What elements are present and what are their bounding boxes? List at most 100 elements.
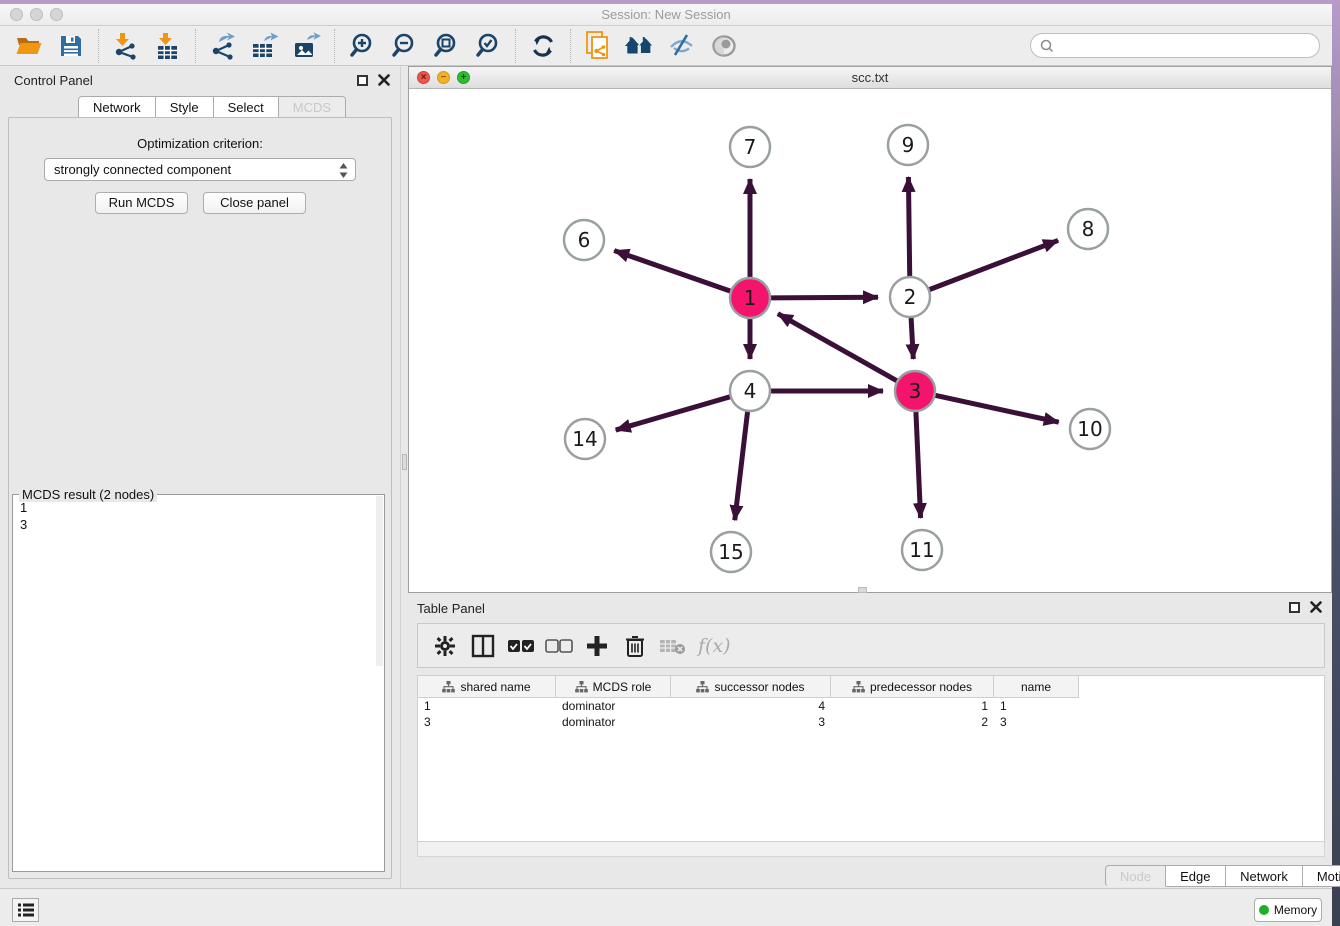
graph-edge[interactable] [778, 314, 898, 381]
graph-node-2[interactable]: 2 [890, 277, 930, 317]
tab-network-table[interactable]: Network Table [1226, 865, 1303, 887]
zoom-in-icon[interactable] [346, 30, 378, 62]
show-panels-button[interactable] [12, 898, 39, 922]
window-minimize-button[interactable] [30, 8, 43, 21]
splitter-grip[interactable] [402, 454, 407, 470]
desktop-wallpaper-edge [1332, 4, 1340, 926]
tab-motifs[interactable]: Motifs [1303, 865, 1340, 887]
network-close-icon[interactable]: × [417, 71, 430, 84]
zoom-selected-icon[interactable] [472, 30, 504, 62]
graph-edge[interactable] [929, 240, 1058, 289]
graph-node-3[interactable]: 3 [895, 371, 935, 411]
window-close-button[interactable] [10, 8, 23, 21]
column-label: MCDS role [593, 680, 652, 694]
panel-splitter[interactable] [400, 66, 408, 888]
network-minimize-icon[interactable]: − [437, 71, 450, 84]
import-network-icon[interactable] [110, 30, 142, 62]
graph-edge[interactable] [911, 317, 913, 359]
delete-columns-icon[interactable] [620, 631, 650, 661]
graph-node-15[interactable]: 15 [711, 532, 751, 572]
show-columns-icon[interactable] [468, 631, 498, 661]
apply-preferred-layout-icon[interactable] [527, 30, 559, 62]
network-maximize-icon[interactable]: + [457, 71, 470, 84]
column-header-mcds-role[interactable]: MCDS role [556, 676, 671, 697]
close-panel-icon[interactable] [1310, 601, 1322, 613]
cell-mcds-role[interactable]: dominator [556, 698, 671, 714]
hide-network-icon[interactable] [666, 30, 698, 62]
cell-predecessor-nodes[interactable]: 1 [831, 698, 994, 714]
create-column-icon[interactable] [582, 631, 612, 661]
column-header-predecessor-nodes[interactable]: predecessor nodes [831, 676, 994, 697]
select-stepper-icon [338, 162, 349, 182]
graph-node-1[interactable]: 1 [730, 278, 770, 318]
graph-edge[interactable] [916, 411, 921, 518]
graph-node-14[interactable]: 14 [565, 419, 605, 459]
column-header-shared-name[interactable]: shared name [418, 676, 556, 697]
show-network-icon[interactable] [708, 30, 740, 62]
close-panel-icon[interactable] [378, 74, 390, 86]
import-table-icon[interactable] [152, 30, 184, 62]
graph-node-8[interactable]: 8 [1068, 209, 1108, 249]
cell-successor-nodes[interactable]: 4 [671, 698, 831, 714]
table-row[interactable]: 3 dominator 3 2 3 [418, 714, 1324, 730]
tab-node-table[interactable]: Node Table [1105, 865, 1166, 887]
deselect-all-columns-icon[interactable] [544, 631, 574, 661]
export-table-icon[interactable] [249, 30, 281, 62]
graph-node-4[interactable]: 4 [730, 371, 770, 411]
tab-select[interactable]: Select [214, 96, 279, 118]
graph-node-10[interactable]: 10 [1070, 409, 1110, 449]
cell-successor-nodes[interactable]: 3 [671, 714, 831, 730]
cell-shared-name[interactable]: 3 [418, 714, 556, 730]
graph-edge[interactable] [616, 397, 731, 430]
zoom-out-icon[interactable] [388, 30, 420, 62]
memory-button[interactable]: Memory [1254, 898, 1322, 922]
graph-edge[interactable] [935, 395, 1059, 422]
network-window-titlebar[interactable]: × − + scc.txt [409, 67, 1331, 89]
node-table[interactable]: shared name MCDS role successor nodes pr… [417, 675, 1325, 842]
mcds-result-group: 1 3 MCDS result (2 nodes) [12, 494, 385, 872]
window-zoom-button[interactable] [50, 8, 63, 21]
cell-name[interactable]: 1 [994, 698, 1079, 714]
save-session-icon[interactable] [55, 30, 87, 62]
horizontal-scrollbar[interactable] [417, 842, 1325, 857]
tab-network[interactable]: Network [78, 96, 156, 118]
cell-predecessor-nodes[interactable]: 2 [831, 714, 994, 730]
tab-mcds[interactable]: MCDS [279, 96, 346, 118]
column-header-name[interactable]: name [994, 676, 1079, 697]
table-settings-icon[interactable] [430, 631, 460, 661]
export-network-icon[interactable] [207, 30, 239, 62]
new-network-from-file-icon[interactable] [582, 30, 614, 62]
search-input[interactable] [1030, 33, 1320, 58]
horizontal-splitter-grip[interactable] [858, 587, 867, 593]
run-mcds-button[interactable]: Run MCDS [95, 192, 188, 214]
home-icon[interactable] [624, 30, 656, 62]
zoom-fit-icon[interactable] [430, 30, 462, 62]
float-window-icon[interactable] [357, 75, 368, 86]
close-panel-button[interactable]: Close panel [203, 192, 306, 214]
graph-edge[interactable] [735, 411, 748, 520]
graph-node-11[interactable]: 11 [902, 530, 942, 570]
network-graph[interactable]: 1 2 3 4 6 7 8 9 10 11 14 15 [409, 89, 1331, 593]
window-titlebar: Session: New Session [0, 4, 1332, 26]
tab-style[interactable]: Style [156, 96, 214, 118]
cell-mcds-role[interactable]: dominator [556, 714, 671, 730]
mcds-result-list[interactable]: 1 3 [13, 495, 384, 871]
table-row[interactable]: 1 dominator 4 1 1 [418, 698, 1324, 714]
graph-edge[interactable] [614, 251, 731, 292]
scrollbar[interactable] [376, 496, 383, 666]
graph-node-6[interactable]: 6 [564, 220, 604, 260]
graph-node-7[interactable]: 7 [730, 127, 770, 167]
open-session-icon[interactable] [13, 30, 45, 62]
float-window-icon[interactable] [1289, 602, 1300, 613]
cell-name[interactable]: 3 [994, 714, 1079, 730]
export-image-icon[interactable] [291, 30, 323, 62]
graph-node-9[interactable]: 9 [888, 125, 928, 165]
graph-edge[interactable] [770, 297, 878, 298]
tab-edge-table[interactable]: Edge Table [1166, 865, 1226, 887]
graph-edge[interactable] [908, 177, 909, 277]
select-all-columns-icon[interactable] [506, 631, 536, 661]
optimization-criterion-select[interactable]: strongly connected component [44, 158, 356, 181]
cell-shared-name[interactable]: 1 [418, 698, 556, 714]
column-header-successor-nodes[interactable]: successor nodes [671, 676, 831, 697]
svg-text:11: 11 [909, 538, 934, 562]
